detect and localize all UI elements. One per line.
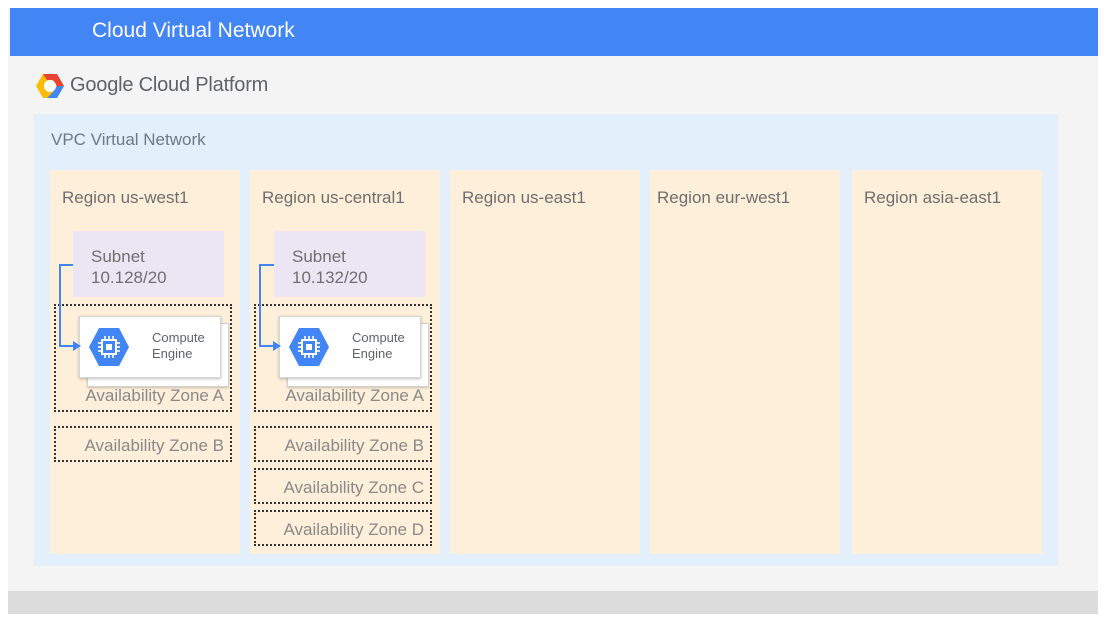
title-bar: Cloud Virtual Network xyxy=(10,8,1098,56)
region-us-east1: Region us-east1 xyxy=(450,170,640,554)
region-eur-west1: Region eur-west1 xyxy=(650,170,840,554)
subnet-to-compute-arrow xyxy=(259,264,281,351)
region-label: Region us-east1 xyxy=(462,188,586,207)
region-label: Region eur-west1 xyxy=(657,188,791,207)
diagram-title: Cloud Virtual Network xyxy=(92,19,295,42)
region-label: Region asia-east1 xyxy=(864,188,1002,207)
region-us-central1: Region us-central1 Subnet 10.132/20 Avai… xyxy=(250,170,440,554)
diagram-frame: Cloud Virtual Network Google Cloud Platf… xyxy=(8,8,1098,614)
subnet-to-compute-arrow xyxy=(59,264,81,351)
google-cloud-logo-icon xyxy=(36,74,64,98)
region-us-west1: Region us-west1 Subnet 10.128/20 Availab… xyxy=(50,170,240,554)
vpc-network-box: VPC Virtual Network Region us-west1 Subn… xyxy=(34,114,1058,566)
vpc-label: VPC Virtual Network xyxy=(51,130,206,149)
google-cloud-platform-wordmark: Google Cloud Platform xyxy=(70,74,269,96)
footer-bar xyxy=(8,591,1098,614)
region-asia-east1: Region asia-east1 xyxy=(852,170,1042,554)
